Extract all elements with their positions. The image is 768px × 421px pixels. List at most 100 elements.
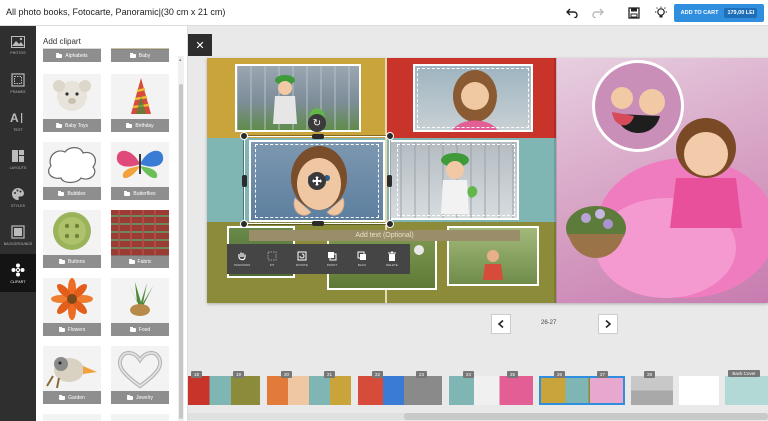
background-icon [11,224,25,239]
clipart-category-jewelry[interactable]: Jewelry [111,346,169,404]
clipart-category-bubbles[interactable]: Bubbles [43,142,101,200]
spine [554,58,557,303]
pan-zoom-button[interactable]: PAN/ZOOM [227,244,257,274]
clipart-label: Alphabets [65,52,88,59]
scroll-up-icon[interactable]: ▴ [179,57,182,63]
clipart-label: Baby [138,52,151,59]
next-page-button[interactable] [598,314,618,334]
rail-item-label: TEXT [13,127,23,132]
photo-toolbar: PAN/ZOOM FIT ROTATE FRONT BACK DELETE [227,244,410,274]
rotate-box-icon [297,251,307,261]
clipart-category-buttons[interactable]: Buttons [43,210,101,268]
top-bar: All photo books, Fotocarte, Panoramic|(3… [0,0,768,26]
rail-item-clipart[interactable]: CLIPART [0,254,36,292]
text-field-optional[interactable]: Add text (Optional) [249,230,520,241]
panel-scrollbar-thumb[interactable] [179,84,183,419]
clipart-label: Flowers [67,326,86,333]
thumbnail-spread-26-27[interactable] [539,376,625,405]
thumb-page-number: 19 [233,371,244,378]
thumb-page-number: 27 [597,371,608,378]
resize-handle[interactable] [386,132,394,140]
rail-item-label: FRAMES [10,89,26,94]
prev-page-button[interactable] [491,314,511,334]
bring-front-button[interactable]: FRONT [317,244,347,274]
close-panel-button[interactable]: ✕ [188,34,212,56]
rail-item-frames[interactable]: FRAMES [0,64,36,102]
resize-handle-right[interactable] [387,175,392,187]
resize-handle[interactable] [386,220,394,228]
clipart-panel: Add clipart Alphabets Baby Baby Toys Bir… [36,26,188,421]
clipart-category-birthday[interactable]: Birthday [111,74,169,132]
tool-label: FIT [269,263,275,267]
folder-icon [58,326,65,332]
resize-handle-bottom[interactable] [312,221,324,226]
frame-icon [11,72,25,87]
folder-icon [129,52,136,58]
clipart-label: Bubbles [67,190,86,197]
thumb-page-number: Back Cover [728,370,760,377]
add-to-cart-button[interactable]: ADD TO CART 179,00 LEI [674,4,764,22]
undo-icon[interactable] [563,4,581,22]
clipart-label: Fabric [137,258,152,265]
thumbnail-spread-22-23[interactable] [358,376,442,405]
thumb-page-number: 23 [416,371,427,378]
resize-handle[interactable] [240,132,248,140]
send-back-button[interactable]: BACK [347,244,377,274]
move-handle[interactable] [308,172,326,190]
thumbnail-spread-18-19[interactable] [188,376,260,405]
clipart-category-alphabets[interactable]: Alphabets [43,48,101,62]
clipart-category-garden[interactable]: Garden [43,346,101,404]
thumb-page-number: 21 [324,371,335,378]
fit-button[interactable]: FIT [257,244,287,274]
photo-girl-green-hat[interactable] [235,64,361,132]
tool-label: FRONT [326,263,338,267]
rail-item-label: CLIPART [10,279,26,284]
tool-label: PAN/ZOOM [234,263,250,267]
resize-handle-top[interactable] [312,134,324,139]
clipart-category-next[interactable] [111,414,169,421]
rail-item-photos[interactable]: PHOTOS [0,26,36,64]
delete-button[interactable]: DELETE [377,244,407,274]
clipart-category-baby-toys[interactable]: Baby Toys [43,74,101,132]
rotate-handle[interactable]: ↻ [308,114,326,132]
thumbnail-back-cover[interactable] [725,376,768,405]
clipart-label: Food [138,326,151,333]
resize-handle[interactable] [240,220,248,228]
lightbulb-icon[interactable] [652,4,670,22]
photo-girl-green-hat-2[interactable] [389,140,519,220]
thumb-page-number: 24 [463,371,474,378]
thumbnail-spread-24-25[interactable] [449,376,533,405]
svg-text:A: A [10,111,19,125]
photo-girl-portrait[interactable] [413,64,533,132]
folder-icon [126,122,133,128]
rail-item-styles[interactable]: STYLES [0,178,36,216]
right-page[interactable] [556,58,768,303]
fit-icon [267,251,277,261]
page-number: 26-27 [541,320,557,326]
rail-item-label: LAYOUTS [9,165,27,170]
tool-label: BACK [357,263,367,267]
clipart-category-butterflies[interactable]: Butterflies [111,142,169,200]
rail-item-label: BACKGROUNDS [3,241,33,246]
clipart-category-next[interactable] [43,414,101,421]
clipart-category-flowers[interactable]: Flowers [43,278,101,336]
thumbnail-page-28[interactable] [631,376,673,405]
resize-handle-left[interactable] [242,175,247,187]
clipart-label: Garden [68,394,85,401]
photo-frame-dashed [397,144,515,216]
thumbnail-blank[interactable] [679,376,719,405]
thumbnail-scrollbar-thumb[interactable] [404,413,768,420]
thumbnail-spread-20-21[interactable] [267,376,351,405]
clipart-category-food[interactable]: Food [111,278,169,336]
save-icon[interactable] [625,4,643,22]
clipart-category-baby[interactable]: Baby [111,48,169,62]
clipart-category-fabric[interactable]: Fabric [111,210,169,268]
redo-icon[interactable] [589,4,607,22]
rotate-button[interactable]: ROTATE [287,244,317,274]
rail-item-text[interactable]: A TEXT [0,102,36,140]
add-to-cart-label: ADD TO CART [680,10,719,16]
chevron-left-icon [497,320,504,328]
rail-item-backgrounds[interactable]: BACKGROUNDS [0,216,36,254]
text-icon: A [10,111,23,125]
rail-item-layouts[interactable]: LAYOUTS [0,140,36,178]
